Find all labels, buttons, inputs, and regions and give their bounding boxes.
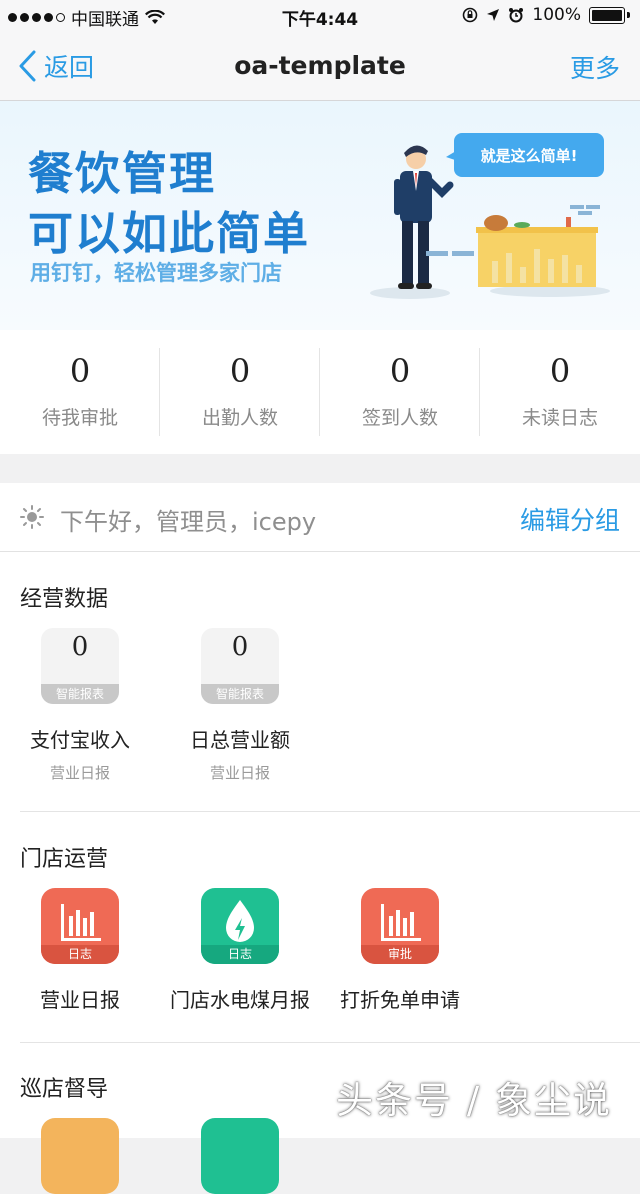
stat-label: 待我审批 <box>41 407 118 429</box>
app-icon-partial[interactable] <box>41 1118 119 1194</box>
app-icon-partial[interactable] <box>201 1118 279 1194</box>
page-title: oa-template <box>234 51 406 80</box>
stat-label: 签到人数 <box>361 407 438 429</box>
more-button[interactable]: 更多 <box>570 49 620 85</box>
section-title-patrol: 巡店督导 <box>20 1077 109 1102</box>
section-divider <box>20 811 640 812</box>
app-name: 打折免单申请 <box>340 988 460 1012</box>
banner-headline-2: 可以如此简单 <box>28 207 311 260</box>
greeting-bar: 下午好，管理员，icepy 编辑分组 <box>0 483 640 552</box>
rotation-lock-icon <box>463 7 478 23</box>
report-subtitle: 营业日报 <box>49 764 110 782</box>
report-badge: 智能报表 <box>41 684 119 704</box>
stat-pending-approvals[interactable]: 0 待我审批 <box>0 330 160 454</box>
bar-chart-icon: 日志 <box>41 888 119 964</box>
edit-groups-button[interactable]: 编辑分组 <box>520 501 620 537</box>
app-badge: 日志 <box>41 945 119 964</box>
greeting-text: 下午好，管理员，icepy <box>60 508 317 536</box>
report-icon: 0 智能报表 <box>41 628 119 704</box>
stat-unread-logs[interactable]: 0 未读日志 <box>480 330 640 454</box>
stat-value: 0 <box>549 352 571 390</box>
banner-tagline: 用钉钉，轻松管理多家门店 <box>30 261 282 285</box>
report-card-alipay-income[interactable]: 0 智能报表 支付宝收入 营业日报 <box>0 628 160 783</box>
report-value: 0 <box>71 632 89 662</box>
app-badge: 日志 <box>201 945 279 964</box>
report-value: 0 <box>231 632 249 662</box>
status-bar: 中国联通 下午4:44 100% <box>0 0 640 32</box>
app-name: 营业日报 <box>40 988 120 1012</box>
promo-banner[interactable]: 餐饮管理 可以如此简单 用钉钉，轻松管理多家门店 就是这么简单! <box>0 101 640 330</box>
app-discount-request[interactable]: 审批 打折免单申请 <box>320 888 480 1013</box>
stat-value: 0 <box>229 352 251 390</box>
bar-chart-icon: 审批 <box>361 888 439 964</box>
report-card-daily-revenue[interactable]: 0 智能报表 日总营业额 营业日报 <box>160 628 320 783</box>
nav-bar: 返回 oa-template 更多 <box>0 32 640 101</box>
alarm-icon <box>509 8 524 23</box>
app-name: 门店水电煤月报 <box>170 988 310 1012</box>
app-business-daily-report[interactable]: 日志 营业日报 <box>0 888 160 1013</box>
stat-value: 0 <box>389 352 411 390</box>
banner-illustration: 就是这么简单! <box>370 133 610 299</box>
report-icon: 0 智能报表 <box>201 628 279 704</box>
water-drop-icon: 日志 <box>201 888 279 964</box>
report-name: 日总营业额 <box>190 728 290 752</box>
sun-icon <box>20 505 44 529</box>
report-subtitle: 营业日报 <box>209 764 270 782</box>
section-divider <box>20 1042 640 1043</box>
location-icon <box>487 9 500 21</box>
banner-bubble-text: 就是这么简单! <box>481 147 578 165</box>
chevron-left-icon <box>19 50 36 82</box>
stat-value: 0 <box>69 352 91 390</box>
section-title-business: 经营数据 <box>20 587 109 612</box>
stat-label: 未读日志 <box>521 407 598 429</box>
back-button[interactable]: 返回 <box>18 48 94 84</box>
stat-check-ins[interactable]: 0 签到人数 <box>320 330 480 454</box>
report-name: 支付宝收入 <box>30 728 130 752</box>
stat-attendance[interactable]: 0 出勤人数 <box>160 330 320 454</box>
stats-row: 0 待我审批 0 出勤人数 0 签到人数 0 未读日志 <box>0 330 640 454</box>
banner-headline-1: 餐饮管理 <box>28 147 217 200</box>
section-title-store-ops: 门店运营 <box>20 847 109 872</box>
watermark: 头条号 / 象尘说 <box>336 1079 612 1122</box>
battery-tip <box>627 12 630 18</box>
battery-icon <box>589 6 625 24</box>
app-utilities-monthly-report[interactable]: 日志 门店水电煤月报 <box>160 888 320 1013</box>
workbench-content: 经营数据 0 智能报表 支付宝收入 营业日报 0 智能报表 日总营业额 营业日报… <box>0 552 640 1194</box>
back-label: 返回 <box>44 53 95 82</box>
status-right: 100% <box>462 5 630 25</box>
stat-label: 出勤人数 <box>201 407 278 429</box>
app-badge: 审批 <box>361 945 439 964</box>
battery-percent: 100% <box>532 5 581 25</box>
report-badge: 智能报表 <box>201 684 279 704</box>
